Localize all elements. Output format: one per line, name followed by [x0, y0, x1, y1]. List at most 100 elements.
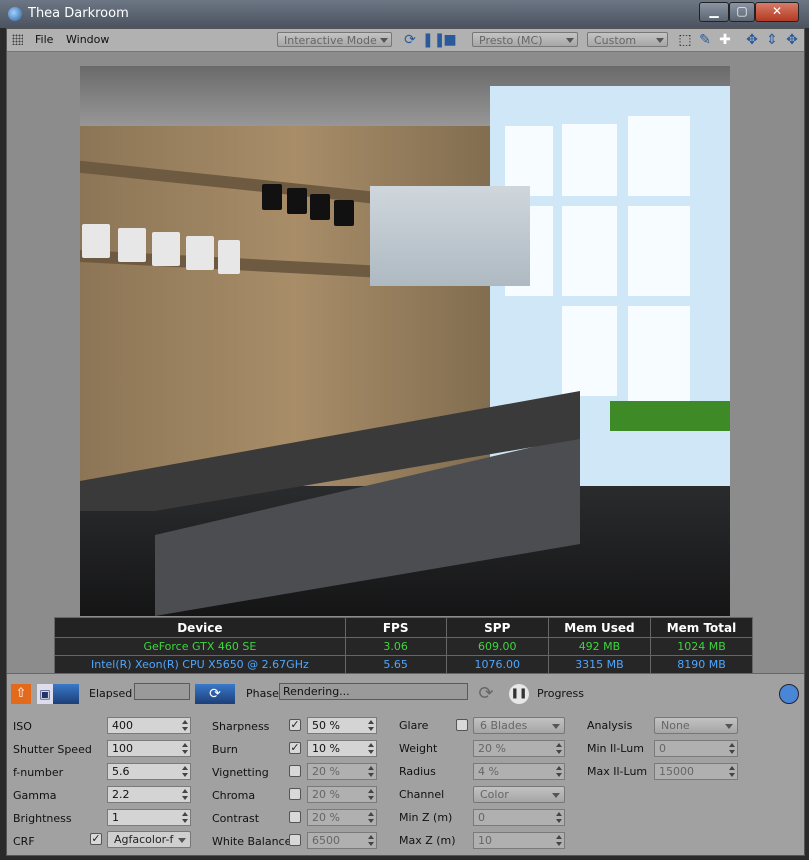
picker-icon[interactable]: ✎ [697, 32, 713, 48]
region-select-icon[interactable]: ⬚ [677, 32, 693, 48]
maximize-button[interactable]: ▢ [729, 2, 755, 22]
spp-value: 1076.00 [445, 655, 549, 674]
device-name: GeForce GTX 460 SE [54, 637, 346, 656]
mode-dropdown[interactable]: Interactive Mode [277, 32, 392, 47]
white-balance-value: 6500 [312, 834, 340, 847]
white-balance-checkbox[interactable] [289, 834, 301, 846]
channel-dropdown[interactable]: Color [473, 786, 565, 803]
sharpness-checkbox[interactable]: ✓ [289, 719, 301, 731]
channel-value: Color [480, 788, 509, 801]
spin-arrows-icon[interactable] [182, 789, 188, 800]
spin-arrows-icon[interactable] [556, 743, 562, 754]
min-il-lum-label: Min Il-Lum [587, 742, 644, 755]
max-il-lum-label: Max Il-Lum [587, 765, 648, 778]
chroma-field[interactable]: 20 % [307, 786, 377, 803]
pause-icon[interactable]: ❚❚ [509, 684, 529, 704]
mem-total-value: 1024 MB [649, 637, 754, 656]
spin-arrows-icon[interactable] [182, 766, 188, 777]
min-il-lum-field[interactable]: 0 [654, 740, 738, 757]
restart-icon[interactable]: ⟳ [475, 684, 497, 704]
spin-arrows-icon[interactable] [368, 789, 374, 800]
contrast-checkbox[interactable] [289, 811, 301, 823]
shutter-speed-field[interactable]: 100 [107, 740, 191, 757]
menu-bar: File Window Interactive Mode ⟳ ❚❚ ■ Pres… [7, 29, 804, 52]
crf-dropdown[interactable]: Agfacolor-f [107, 831, 191, 848]
move-icon[interactable]: ✥ [784, 32, 800, 48]
iso-label: ISO [13, 720, 32, 733]
render-control-bar: ⇧ ▣ Elapsed ⟳ Phase Rendering... ⟳ ❚❚ Pr… [7, 673, 804, 713]
spin-arrows-icon[interactable] [729, 743, 735, 754]
col-fps: FPS [344, 617, 447, 638]
spin-arrows-icon[interactable] [368, 766, 374, 777]
darkroom-frame: File Window Interactive Mode ⟳ ❚❚ ■ Pres… [6, 28, 805, 856]
contrast-field[interactable]: 20 % [307, 809, 377, 826]
spin-arrows-icon[interactable] [556, 812, 562, 823]
minimize-button[interactable]: ▁ [699, 2, 729, 22]
app-icon [8, 7, 22, 21]
mem-used-value: 3315 MB [547, 655, 651, 674]
crf-checkbox[interactable]: ✓ [90, 833, 102, 845]
window-pane [562, 306, 617, 396]
burn-checkbox[interactable]: ✓ [289, 742, 301, 754]
spin-arrows-icon[interactable] [182, 720, 188, 731]
glare-checkbox[interactable] [456, 719, 468, 731]
spin-arrows-icon[interactable] [729, 766, 735, 777]
chroma-label: Chroma [212, 789, 256, 802]
brightness-field[interactable]: 1 [107, 809, 191, 826]
refresh-preview-icon[interactable]: ⟳ [195, 684, 235, 704]
spin-arrows-icon[interactable] [368, 720, 374, 731]
iso-field[interactable]: 400 [107, 717, 191, 734]
spin-arrows-icon[interactable] [368, 835, 374, 846]
close-button[interactable]: ✕ [755, 2, 799, 22]
preset-dropdown[interactable]: Custom [587, 32, 668, 47]
spin-arrows-icon[interactable] [368, 743, 374, 754]
weight-field[interactable]: 20 % [473, 740, 565, 757]
save-icon[interactable]: ▣ [37, 684, 53, 704]
analysis-dropdown[interactable]: None [654, 717, 738, 734]
move-vertical-icon[interactable]: ⇕ [764, 32, 780, 48]
engine-dropdown[interactable]: Presto (MC) [472, 32, 578, 47]
menu-window[interactable]: Window [66, 33, 109, 46]
radius-field[interactable]: 4 % [473, 763, 565, 780]
chroma-checkbox[interactable] [289, 788, 301, 800]
spin-arrows-icon[interactable] [182, 812, 188, 823]
max-il-lum-field[interactable]: 15000 [654, 763, 738, 780]
vignetting-checkbox[interactable] [289, 765, 301, 777]
spin-arrows-icon[interactable] [556, 766, 562, 777]
white-balance-field[interactable]: 6500 [307, 832, 377, 849]
contrast-label: Contrast [212, 812, 260, 825]
glass-cabinet [370, 186, 530, 286]
vignetting-label: Vignetting [212, 766, 269, 779]
chevron-down-icon [380, 38, 388, 43]
pan-icon[interactable]: ✥ [744, 32, 760, 48]
f-number-field[interactable]: 5.6 [107, 763, 191, 780]
sharpness-value: 50 % [312, 719, 340, 732]
refresh-icon[interactable]: ⟳ [402, 32, 418, 48]
fps-value: 5.65 [344, 655, 447, 674]
pause-icon[interactable]: ❚❚ [422, 32, 445, 48]
spin-arrows-icon[interactable] [182, 743, 188, 754]
stop-icon[interactable] [779, 684, 799, 704]
chevron-down-icon [552, 793, 560, 798]
render-viewport[interactable] [80, 66, 730, 616]
menu-file[interactable]: File [35, 33, 53, 46]
spin-arrows-icon[interactable] [556, 835, 562, 846]
render-icon[interactable]: ⇧ [11, 684, 31, 704]
chevron-down-icon [656, 38, 664, 43]
min-z-field[interactable]: 0 [473, 809, 565, 826]
chevron-down-icon [725, 724, 733, 729]
image-preview-icon[interactable] [53, 684, 79, 704]
spin-arrows-icon[interactable] [368, 812, 374, 823]
crosshair-icon[interactable]: ✚ [717, 32, 733, 48]
spp-value: 609.00 [445, 637, 549, 656]
gamma-field[interactable]: 2.2 [107, 786, 191, 803]
sharpness-field[interactable]: 50 % [307, 717, 377, 734]
stop-icon[interactable]: ■ [442, 32, 458, 48]
weight-label: Weight [399, 742, 438, 755]
vignetting-field[interactable]: 20 % [307, 763, 377, 780]
mem-used-value: 492 MB [547, 637, 651, 656]
max-z-field[interactable]: 10 [473, 832, 565, 849]
glare-dropdown[interactable]: 6 Blades [473, 717, 565, 734]
device-table: Device FPS SPP Mem Used Mem Total GeForc… [54, 617, 754, 674]
burn-field[interactable]: 10 % [307, 740, 377, 757]
